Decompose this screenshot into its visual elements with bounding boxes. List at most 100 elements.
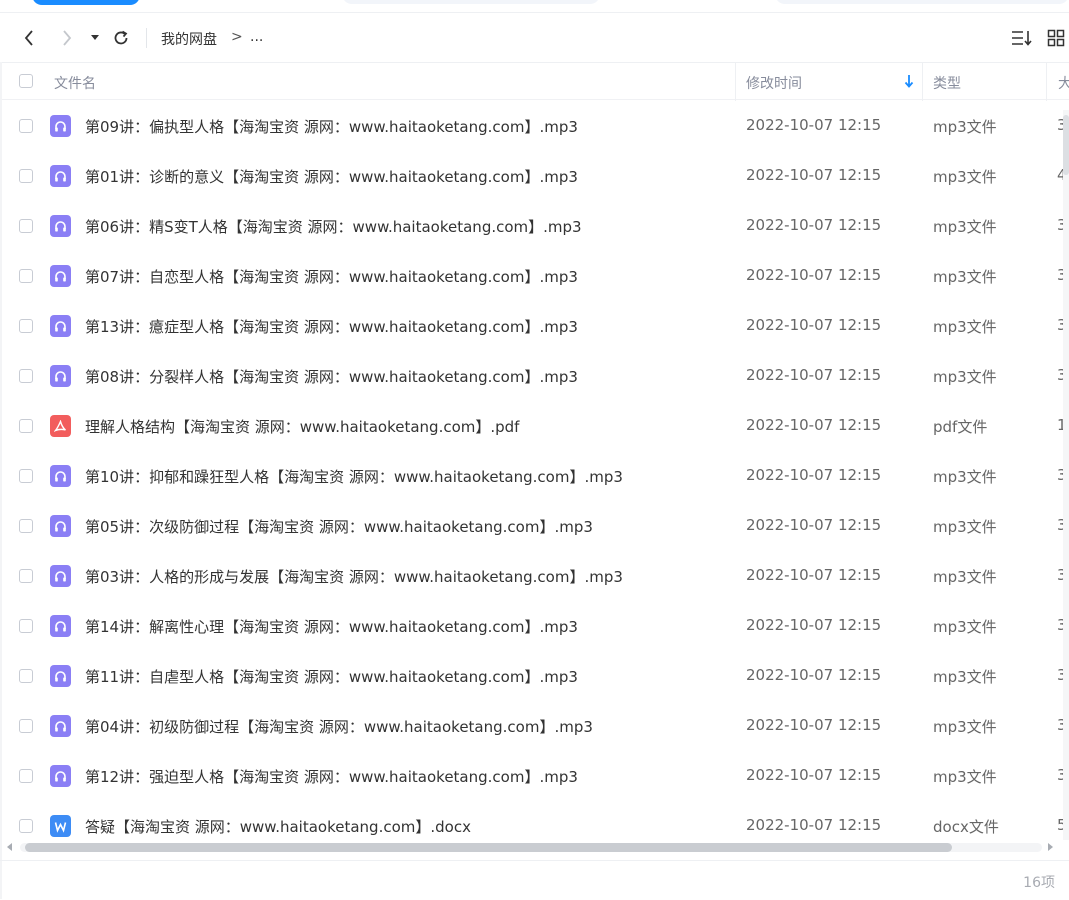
row-checkbox[interactable] xyxy=(19,719,33,733)
column-header-modified[interactable]: 修改时间 xyxy=(746,73,802,93)
file-type: docx文件 xyxy=(933,818,999,836)
file-type: mp3文件 xyxy=(933,218,997,236)
breadcrumb-more[interactable]: ... xyxy=(250,29,263,45)
file-row[interactable]: 第01讲：诊断的意义【海淘宝资 源网：www.haitaoketang.com】… xyxy=(0,151,1069,201)
audio-file-icon xyxy=(50,215,71,237)
row-checkbox[interactable] xyxy=(19,119,33,133)
file-name[interactable]: 第05讲：次级防御过程【海淘宝资 源网：www.haitaoketang.com… xyxy=(85,516,593,537)
audio-file-icon xyxy=(50,665,71,687)
row-checkbox[interactable] xyxy=(19,669,33,683)
row-checkbox[interactable] xyxy=(19,569,33,583)
file-row[interactable]: 第08讲：分裂样人格【海淘宝资 源网：www.haitaoketang.com】… xyxy=(0,351,1069,401)
column-header-type[interactable]: 类型 xyxy=(933,73,961,93)
file-row[interactable]: 第13讲：癔症型人格【海淘宝资 源网：www.haitaoketang.com】… xyxy=(0,301,1069,351)
row-checkbox[interactable] xyxy=(19,469,33,483)
scroll-right-arrow-icon[interactable] xyxy=(1048,843,1053,851)
file-type: mp3文件 xyxy=(933,318,997,336)
file-type: mp3文件 xyxy=(933,518,997,536)
column-resizer[interactable] xyxy=(735,63,736,101)
audio-file-icon xyxy=(50,615,71,637)
file-name[interactable]: 第11讲：自虐型人格【海淘宝资 源网：www.haitaoketang.com】… xyxy=(85,666,578,687)
file-modified-time: 2022-10-07 12:15 xyxy=(746,616,882,634)
row-checkbox[interactable] xyxy=(19,219,33,233)
file-modified-time: 2022-10-07 12:15 xyxy=(746,366,882,384)
file-list: 第09讲：偏执型人格【海淘宝资 源网：www.haitaoketang.com】… xyxy=(0,101,1069,841)
refresh-icon xyxy=(114,30,128,45)
select-all-checkbox[interactable] xyxy=(19,74,33,88)
row-checkbox[interactable] xyxy=(19,519,33,533)
column-resizer[interactable] xyxy=(922,63,923,101)
file-modified-time: 2022-10-07 12:15 xyxy=(746,216,882,234)
file-name[interactable]: 第09讲：偏执型人格【海淘宝资 源网：www.haitaoketang.com】… xyxy=(85,116,578,137)
file-row[interactable]: 第10讲：抑郁和躁狂型人格【海淘宝资 源网：www.haitaoketang.c… xyxy=(0,451,1069,501)
file-row[interactable]: 答疑【海淘宝资 源网：www.haitaoketang.com】.docx 202… xyxy=(0,801,1069,841)
row-checkbox[interactable] xyxy=(19,269,33,283)
file-name[interactable]: 第12讲：强迫型人格【海淘宝资 源网：www.haitaoketang.com】… xyxy=(85,766,578,787)
row-checkbox[interactable] xyxy=(19,769,33,783)
search-input[interactable] xyxy=(342,0,600,4)
file-name[interactable]: 答疑【海淘宝资 源网：www.haitaoketang.com】.docx xyxy=(85,816,471,837)
navigation-bar: 我的网盘 > ... xyxy=(0,14,1069,62)
sort-button[interactable] xyxy=(1009,24,1035,52)
file-row[interactable]: 理解人格结构【海淘宝资 源网：www.haitaoketang.com】.pdf… xyxy=(0,401,1069,451)
file-row[interactable]: 第07讲：自恋型人格【海淘宝资 源网：www.haitaoketang.com】… xyxy=(0,251,1069,301)
file-row[interactable]: 第11讲：自虐型人格【海淘宝资 源网：www.haitaoketang.com】… xyxy=(0,651,1069,701)
file-row[interactable]: 第14讲：解离性心理【海淘宝资 源网：www.haitaoketang.com】… xyxy=(0,601,1069,651)
horizontal-scrollbar[interactable] xyxy=(0,840,1069,854)
file-name[interactable]: 第03讲：人格的形成与发展【海淘宝资 源网：www.haitaoketang.c… xyxy=(85,566,623,587)
row-checkbox[interactable] xyxy=(19,319,33,333)
file-name[interactable]: 第14讲：解离性心理【海淘宝资 源网：www.haitaoketang.com】… xyxy=(85,616,578,637)
refresh-button[interactable] xyxy=(110,24,132,52)
file-type: mp3文件 xyxy=(933,468,997,486)
column-header-size[interactable]: 大 xyxy=(1058,73,1069,93)
file-type: pdf文件 xyxy=(933,418,988,436)
forward-button[interactable] xyxy=(56,24,78,52)
file-modified-time: 2022-10-07 12:15 xyxy=(746,716,882,734)
vertical-scroll-thumb[interactable] xyxy=(1063,115,1069,175)
column-resizer[interactable] xyxy=(1046,63,1047,101)
horizontal-scroll-thumb[interactable] xyxy=(25,843,952,852)
audio-file-icon xyxy=(50,465,71,487)
file-row[interactable]: 第03讲：人格的形成与发展【海淘宝资 源网：www.haitaoketang.c… xyxy=(0,551,1069,601)
file-modified-time: 2022-10-07 12:15 xyxy=(746,166,882,184)
chevron-left-icon xyxy=(24,30,33,46)
back-button[interactable] xyxy=(18,24,40,52)
file-name[interactable]: 第01讲：诊断的意义【海淘宝资 源网：www.haitaoketang.com】… xyxy=(85,166,578,187)
row-checkbox[interactable] xyxy=(19,819,33,833)
row-checkbox[interactable] xyxy=(19,419,33,433)
upload-button[interactable] xyxy=(32,0,140,5)
file-modified-time: 2022-10-07 12:15 xyxy=(746,116,882,134)
file-row[interactable]: 第05讲：次级防御过程【海淘宝资 源网：www.haitaoketang.com… xyxy=(0,501,1069,551)
audio-file-icon xyxy=(50,165,71,187)
file-modified-time: 2022-10-07 12:15 xyxy=(746,466,882,484)
sort-desc-icon[interactable] xyxy=(903,73,915,93)
row-checkbox[interactable] xyxy=(19,169,33,183)
file-row[interactable]: 第06讲：精S变T人格【海淘宝资 源网：www.haitaoketang.com… xyxy=(0,201,1069,251)
breadcrumb-root[interactable]: 我的网盘 xyxy=(161,29,217,49)
file-name[interactable]: 第04讲：初级防御过程【海淘宝资 源网：www.haitaoketang.com… xyxy=(85,716,593,737)
file-row[interactable]: 第12讲：强迫型人格【海淘宝资 源网：www.haitaoketang.com】… xyxy=(0,751,1069,801)
status-bar: 16项 xyxy=(0,860,1069,900)
file-name[interactable]: 第10讲：抑郁和躁狂型人格【海淘宝资 源网：www.haitaoketang.c… xyxy=(85,466,623,487)
vertical-scrollbar[interactable] xyxy=(1063,110,1069,840)
file-row[interactable]: 第09讲：偏执型人格【海淘宝资 源网：www.haitaoketang.com】… xyxy=(0,101,1069,151)
scroll-left-arrow-icon[interactable] xyxy=(7,843,12,851)
audio-file-icon xyxy=(50,715,71,737)
audio-file-icon xyxy=(50,115,71,137)
file-name[interactable]: 第06讲：精S变T人格【海淘宝资 源网：www.haitaoketang.com… xyxy=(85,216,582,237)
file-type: mp3文件 xyxy=(933,268,997,286)
word-file-icon xyxy=(50,815,71,837)
history-dropdown-button[interactable] xyxy=(88,24,102,52)
caret-down-icon xyxy=(91,35,99,40)
file-name[interactable]: 第07讲：自恋型人格【海淘宝资 源网：www.haitaoketang.com】… xyxy=(85,266,578,287)
file-row[interactable]: 第04讲：初级防御过程【海淘宝资 源网：www.haitaoketang.com… xyxy=(0,701,1069,751)
row-checkbox[interactable] xyxy=(19,619,33,633)
file-name[interactable]: 理解人格结构【海淘宝资 源网：www.haitaoketang.com】.pdf xyxy=(85,416,519,437)
column-header-name[interactable]: 文件名 xyxy=(54,73,96,93)
row-checkbox[interactable] xyxy=(19,369,33,383)
file-name[interactable]: 第08讲：分裂样人格【海淘宝资 源网：www.haitaoketang.com】… xyxy=(85,366,578,387)
item-count: 16项 xyxy=(1023,875,1055,891)
file-name[interactable]: 第13讲：癔症型人格【海淘宝资 源网：www.haitaoketang.com】… xyxy=(85,316,578,337)
grid-view-button[interactable] xyxy=(1044,24,1068,52)
file-modified-time: 2022-10-07 12:15 xyxy=(746,516,882,534)
